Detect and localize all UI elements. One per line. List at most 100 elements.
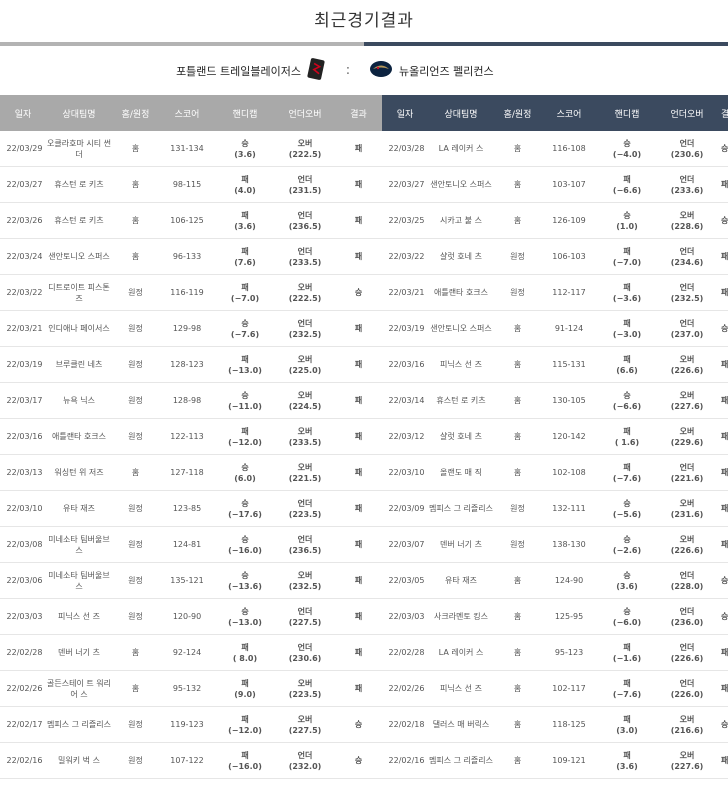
cell-opponent[interactable]: 샬럿 호네 츠 (428, 418, 494, 455)
under-over-value: (236.0) (670, 617, 704, 627)
under-over-result: 오버 (679, 534, 695, 544)
cell-opponent[interactable]: 사크라멘토 킹스 (428, 598, 494, 635)
cell-opponent[interactable]: 멤피스 그 리즐리스 (428, 490, 494, 527)
cell-opponent[interactable]: 샌안토니오 스퍼스 (428, 166, 494, 203)
under-over-result: 오버 (679, 390, 695, 400)
cell-opponent[interactable]: 유타 재즈 (428, 562, 494, 599)
handicap-value: (1.0) (616, 221, 638, 231)
cell-opponent[interactable]: 오클라호마 시티 썬더 (46, 131, 112, 167)
under-over-result: 언더 (297, 606, 313, 616)
under-over-value: (232.5) (288, 581, 322, 591)
cell-opponent[interactable]: 덴버 너기 츠 (428, 526, 494, 563)
cell-opponent[interactable]: 피닉스 선 즈 (46, 598, 112, 635)
cell-opponent[interactable]: 멤피스 그 리즐리스 (428, 742, 494, 779)
under-over-result: 오버 (679, 354, 695, 364)
table-row: 22/03/22 디트로이트 피스톤즈 원정 116-119 패 (−7.0) 오버 (222… (0, 274, 382, 311)
col-opponent: 상대팀명 (428, 95, 494, 131)
under-over-result: 오버 (679, 714, 695, 724)
cell-home-away: 홈 (112, 670, 159, 707)
handicap-result: 패 (623, 354, 631, 364)
cell-handicap: 패( 8.0) (215, 634, 275, 671)
cell-opponent[interactable]: 샬럿 호네 츠 (428, 238, 494, 275)
cell-handicap: 승 (−13.6) (215, 562, 275, 599)
cell-opponent[interactable]: 브루클린 네츠 (46, 346, 112, 383)
cell-opponent[interactable]: 미네소타 팀버울브스 (46, 562, 112, 599)
cell-opponent[interactable]: 샌안토니오 스퍼스 (428, 310, 494, 347)
cell-opponent[interactable]: 휴스턴 로 키츠 (46, 166, 112, 203)
cell-result: 승 (717, 202, 728, 239)
cell-result: 승 (717, 706, 728, 743)
cell-opponent[interactable]: 샌안토니오 스퍼스 (46, 238, 112, 275)
cell-under-over: 오버 (227.5) (275, 706, 335, 743)
handicap-value: (−6.6) (612, 185, 642, 195)
cell-opponent[interactable]: 골든스테이 트 워리어 스 (46, 670, 112, 707)
cell-under-over: 언더 (228.0) (657, 562, 717, 599)
cell-opponent[interactable]: 올랜도 매 직 (428, 454, 494, 491)
cell-home-away: 원정 (112, 274, 159, 311)
cell-score: 131-134 (159, 131, 215, 167)
cell-under-over: 오버 (226.6) (657, 526, 717, 563)
cell-opponent[interactable]: 밀워키 벅 스 (46, 742, 112, 779)
cell-handicap: 패 (−13.0) (215, 346, 275, 383)
handicap-value: (−2.6) (612, 545, 642, 555)
cell-opponent[interactable]: 휴스턴 로 키츠 (428, 382, 494, 419)
cell-home-away: 홈 (494, 166, 541, 203)
cell-opponent[interactable]: 피닉스 선 즈 (428, 346, 494, 383)
cell-under-over: 언더 (236.5) (275, 202, 335, 239)
handicap-result: 패 (623, 282, 631, 292)
cell-opponent[interactable]: LA 레이커 스 (428, 131, 494, 167)
away-team-name: 뉴올리언즈 펠리컨스 (399, 64, 494, 78)
cell-date: 22/03/27 (382, 166, 428, 203)
cell-opponent[interactable]: 휴스턴 로 키츠 (46, 202, 112, 239)
cell-opponent[interactable]: 애틀랜타 호크스 (428, 274, 494, 311)
cell-date: 22/03/05 (382, 562, 428, 599)
col-date: 일자 (0, 95, 46, 131)
under-over-value: (227.5) (288, 725, 322, 735)
handicap-result: 승 (241, 138, 249, 148)
cell-score: 120-142 (541, 418, 597, 455)
cell-score: 119-123 (159, 706, 215, 743)
cell-result: 패 (335, 310, 382, 347)
table-row: 22/03/19 브루클린 네츠 원정 128-123 패 (−13.0) 오버 (225.0… (0, 346, 382, 383)
cell-score: 118-125 (541, 706, 597, 743)
cell-opponent[interactable]: 댈러스 매 버릭스 (428, 706, 494, 743)
cell-opponent[interactable]: 유타 재즈 (46, 490, 112, 527)
handicap-value: ( 8.0) (232, 653, 258, 663)
cell-home-away: 홈 (494, 382, 541, 419)
cell-handicap: 패 (−3.0) (597, 310, 657, 347)
handicap-result: 패 (241, 678, 249, 688)
cell-handicap: 패 (7.6) (215, 238, 275, 275)
handicap-result: 승 (241, 390, 249, 400)
handicap-value: (−3.6) (612, 293, 642, 303)
handicap-result: 승 (241, 534, 249, 544)
cell-score: 98-115 (159, 166, 215, 203)
cell-score: 124-90 (541, 562, 597, 599)
cell-opponent[interactable]: 시카고 불 스 (428, 202, 494, 239)
table-row: 22/03/08 미네소타 팀버울브스 원정 124-81 승 (−16.0) 언더 (236… (0, 526, 382, 563)
table-row: 22/03/21 인디애나 페이서스 원정 129-98 승 (−7.6) 언더 (232.5… (0, 310, 382, 347)
handicap-result: 패 (241, 210, 249, 220)
cell-opponent[interactable]: 디트로이트 피스톤즈 (46, 274, 112, 311)
handicap-value: (−17.6) (228, 509, 262, 519)
handicap-result: 패 (241, 426, 249, 436)
cell-opponent[interactable]: LA 레이커 스 (428, 634, 494, 671)
cell-opponent[interactable]: 덴버 너기 츠 (46, 634, 112, 671)
cell-opponent[interactable]: 뉴욕 닉스 (46, 382, 112, 419)
under-over-value: (229.6) (670, 437, 704, 447)
table-row: 22/03/21 애틀랜타 호크스 원정 112-117 패 (−3.6) 언더 (232.5… (382, 274, 728, 311)
cell-opponent[interactable]: 인디애나 페이서스 (46, 310, 112, 347)
cell-opponent[interactable]: 멤피스 그 리즐리스 (46, 706, 112, 743)
cell-opponent[interactable]: 애틀랜타 호크스 (46, 418, 112, 455)
table-row: 22/02/26 피닉스 선 즈 홈 102-117 패 (−7.6) 언더 (226.0) 패 (382, 670, 728, 707)
cell-date: 22/03/07 (382, 526, 428, 563)
cell-opponent[interactable]: 피닉스 선 즈 (428, 670, 494, 707)
cell-under-over: 오버 (221.5) (275, 454, 335, 491)
cell-under-over: 언더 (234.6) (657, 238, 717, 275)
cell-opponent[interactable]: 미네소타 팀버울브스 (46, 526, 112, 563)
under-over-result: 오버 (297, 570, 313, 580)
handicap-result: 패 (623, 642, 631, 652)
handicap-result: 승 (623, 390, 631, 400)
cell-opponent[interactable]: 워싱턴 위 저즈 (46, 454, 112, 491)
cell-result: 패 (335, 562, 382, 599)
under-over-result: 언더 (679, 318, 695, 328)
